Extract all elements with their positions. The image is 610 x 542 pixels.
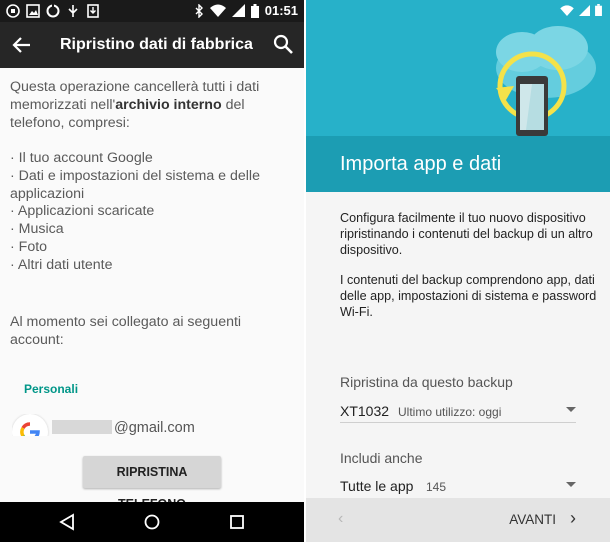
page-header: Importa app e dati	[306, 136, 610, 192]
download-icon	[87, 4, 99, 18]
reset-phone-button[interactable]: RIPRISTINA TELEFONO	[83, 456, 221, 511]
status-time: 01:51	[264, 3, 298, 18]
chevron-right-icon[interactable]: ›	[570, 508, 576, 529]
wifi-icon	[560, 4, 574, 16]
nav-back-icon[interactable]	[58, 513, 76, 531]
status-bar: 01:51	[0, 0, 304, 22]
backup-device: XT1032	[340, 403, 390, 419]
list-item: · Musica	[10, 221, 64, 238]
footer-bar: ‹ AVANTI ›	[306, 498, 610, 542]
search-icon[interactable]	[272, 33, 294, 55]
wifi-icon	[209, 4, 226, 17]
battery-icon	[595, 4, 602, 16]
backup-select[interactable]: XT1032 Ultimo utilizzo: oggi	[340, 399, 576, 423]
hero-banner	[306, 0, 610, 136]
storage-emphasis: archivio interno	[115, 97, 222, 113]
notification-icon	[6, 4, 20, 18]
factory-reset-screen: 01:51 Ripristino dati di fabbrica Questa…	[0, 0, 304, 542]
phone-icon	[516, 76, 548, 136]
accounts-intro: Al momento sei collegato ai seguenti acc…	[10, 314, 242, 348]
list-item: · Dati e impostazioni del sistema e dell…	[10, 167, 260, 202]
description: Configura facilmente il tuo nuovo dispos…	[340, 210, 602, 334]
page-title: Ripristino dati di fabbrica	[60, 36, 253, 53]
navigation-bar	[0, 502, 304, 542]
include-value: Tutte le app	[340, 478, 414, 494]
erased-items-list: · Il tuo account Google · Dati e imposta…	[10, 150, 298, 275]
next-button[interactable]: AVANTI	[509, 512, 556, 527]
list-item: · Il tuo account Google	[10, 150, 153, 166]
chevron-down-icon	[566, 407, 576, 412]
list-item: · Foto	[10, 238, 48, 255]
reset-intro: Questa operazione cancellerà tutti i dat…	[10, 79, 260, 131]
previous-chevron-icon[interactable]: ‹	[338, 510, 343, 528]
description-paragraph: I contenuti del backup comprendono app, …	[340, 273, 597, 319]
include-select[interactable]: Tutte le app 145	[340, 474, 576, 498]
include-label: Includi anche	[340, 450, 423, 466]
description-paragraph: Configura facilmente il tuo nuovo dispos…	[340, 211, 593, 257]
status-bar	[560, 4, 602, 16]
cloud-restore-icon	[496, 26, 596, 136]
avatar	[12, 414, 48, 436]
app-bar: Ripristino dati di fabbrica	[0, 22, 304, 68]
account-email: @gmail.com	[114, 420, 195, 436]
redacted-username	[52, 420, 112, 434]
import-apps-screen: Importa app e dati Configura facilmente …	[306, 0, 610, 542]
page-title: Importa app e dati	[340, 153, 502, 175]
account-row[interactable]: @gmail.com	[12, 414, 302, 436]
section-header-personal: Personali	[24, 382, 79, 396]
image-icon	[26, 4, 40, 18]
usb-icon	[68, 5, 78, 17]
backup-last-used: Ultimo utilizzo: oggi	[398, 405, 502, 419]
nav-home-icon[interactable]	[143, 513, 161, 531]
reset-description: Questa operazione cancellerà tutti i dat…	[10, 78, 298, 275]
sync-icon	[46, 4, 60, 18]
restore-from-label: Ripristina da questo backup	[340, 374, 513, 390]
google-icon	[20, 422, 40, 436]
list-item: · Altri dati utente	[10, 256, 113, 273]
include-count: 145	[426, 480, 447, 494]
list-item: · Applicazioni scaricate	[10, 203, 155, 220]
signal-icon	[231, 4, 245, 17]
battery-icon	[250, 3, 259, 18]
chevron-down-icon	[566, 482, 576, 487]
nav-recents-icon[interactable]	[228, 513, 246, 531]
signal-icon	[579, 4, 590, 16]
back-arrow-icon[interactable]	[10, 33, 34, 57]
bluetooth-icon	[195, 3, 203, 18]
